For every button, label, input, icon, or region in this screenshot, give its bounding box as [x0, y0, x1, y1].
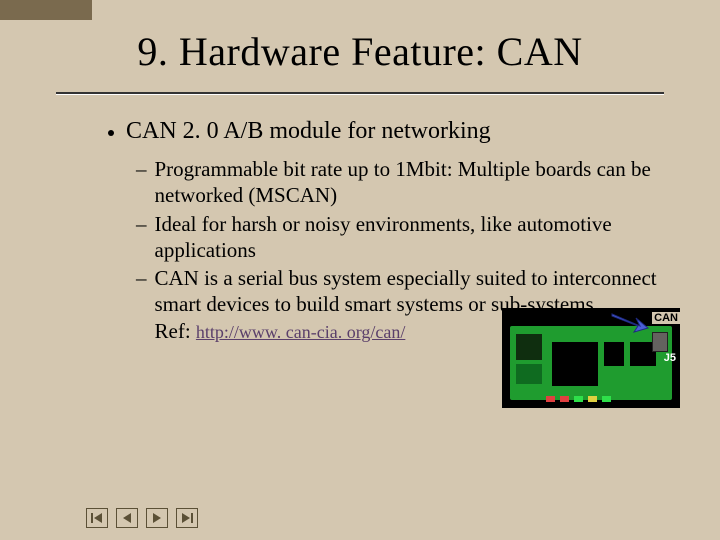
dash-icon: –: [136, 265, 147, 344]
led-icon: [602, 396, 611, 402]
chevron-left-icon: [120, 511, 134, 525]
dash-icon: –: [136, 156, 147, 209]
sub-bullet-2: Ideal for harsh or noisy environments, l…: [155, 211, 659, 264]
board-image: CAN J5: [502, 308, 680, 408]
arrow-icon: [610, 310, 650, 334]
led-icon: [588, 396, 597, 402]
chevron-right-icon: [150, 511, 164, 525]
skip-back-icon: [90, 511, 104, 525]
can-label: CAN: [652, 312, 680, 324]
ref-label: Ref:: [155, 319, 191, 343]
logo-strip: [0, 0, 92, 20]
next-slide-button[interactable]: [146, 508, 168, 528]
mcu-chip-icon: [552, 342, 598, 386]
chip-icon: [604, 342, 624, 366]
led-row: [546, 396, 618, 402]
slide: 9. Hardware Feature: CAN CAN 2. 0 A/B mo…: [0, 0, 720, 540]
slide-title: 9. Hardware Feature: CAN: [0, 28, 720, 75]
bullet-main: CAN 2. 0 A/B module for networking: [126, 116, 658, 146]
last-slide-button[interactable]: [176, 508, 198, 528]
led-icon: [546, 396, 555, 402]
previous-slide-button[interactable]: [116, 508, 138, 528]
title-underline: [56, 92, 664, 94]
led-icon: [560, 396, 569, 402]
dash-icon: –: [136, 211, 147, 264]
ref-link[interactable]: http://www. can-cia. org/can/: [196, 322, 405, 342]
j5-label: J5: [664, 352, 676, 364]
sub-bullet-1: Programmable bit rate up to 1Mbit: Multi…: [155, 156, 659, 209]
first-slide-button[interactable]: [86, 508, 108, 528]
led-icon: [574, 396, 583, 402]
can-connector-icon: [652, 332, 668, 352]
chip-icon: [516, 334, 542, 360]
skip-forward-icon: [180, 511, 194, 525]
slide-nav: [86, 508, 198, 528]
chip-icon: [516, 364, 542, 384]
